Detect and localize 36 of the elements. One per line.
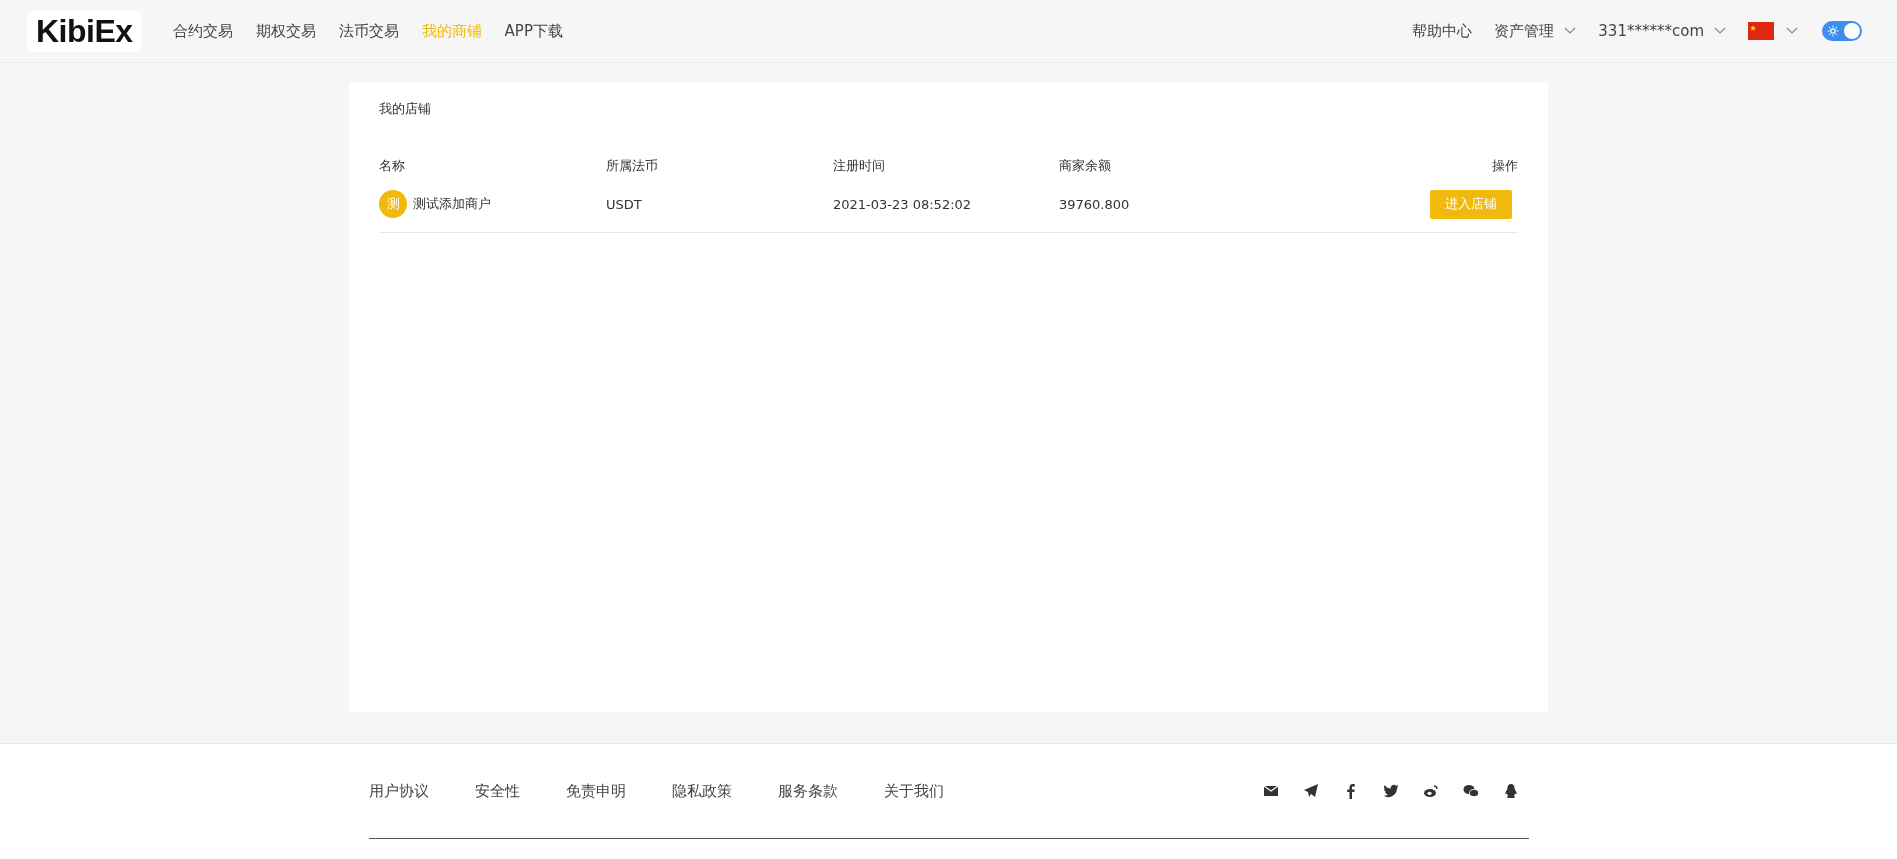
theme-toggle[interactable]	[1822, 21, 1862, 41]
column-header: 操作	[1491, 157, 1518, 175]
table-cell: 测试添加商户	[413, 195, 491, 213]
sun-icon	[1827, 25, 1839, 37]
column-header: 名称	[379, 157, 406, 175]
footer-link[interactable]: 隐私政策	[671, 781, 732, 801]
nav-link[interactable]: 期权交易	[255, 21, 316, 41]
footer-link[interactable]: 安全性	[474, 781, 520, 801]
column-header: 商家余额	[1059, 157, 1112, 175]
mail-icon[interactable]	[1262, 783, 1279, 799]
footer-link[interactable]: 免责申明	[565, 781, 626, 801]
logo[interactable]: KibiEx	[27, 10, 142, 52]
avatar: 测	[379, 190, 407, 218]
column-header: 注册时间	[833, 157, 886, 175]
twitter-icon[interactable]	[1382, 783, 1399, 799]
caret-icon	[1564, 27, 1577, 35]
table-cell-text: 2021-03-23 08:52:02	[833, 196, 973, 212]
table-cell-text: USDT	[606, 196, 643, 212]
wechat-icon[interactable]	[1462, 783, 1479, 799]
nav-link[interactable]: 法币交易	[338, 21, 399, 41]
assets-menu[interactable]: 资产管理	[1494, 21, 1577, 41]
footer-link[interactable]: 关于我们	[883, 781, 944, 801]
column-header: 所属法币	[606, 157, 659, 175]
penguin-icon[interactable]	[1502, 783, 1519, 799]
footer-link[interactable]: 服务条款	[777, 781, 838, 801]
weibo-icon[interactable]	[1422, 783, 1439, 799]
nav-link[interactable]: APP下载	[504, 21, 563, 41]
nav-link[interactable]: 合约交易	[172, 21, 233, 41]
caret-icon	[1714, 27, 1726, 35]
card-title: 我的店铺	[379, 100, 432, 118]
paper-plane-icon[interactable]	[1302, 783, 1319, 799]
caret-icon[interactable]	[1786, 27, 1798, 35]
account-menu[interactable]: 331******com	[1598, 22, 1726, 40]
table-cell-text: 39760.800	[1059, 196, 1131, 212]
footer-link[interactable]: 用户协议	[368, 781, 429, 801]
help-link[interactable]: 帮助中心	[1412, 21, 1473, 41]
